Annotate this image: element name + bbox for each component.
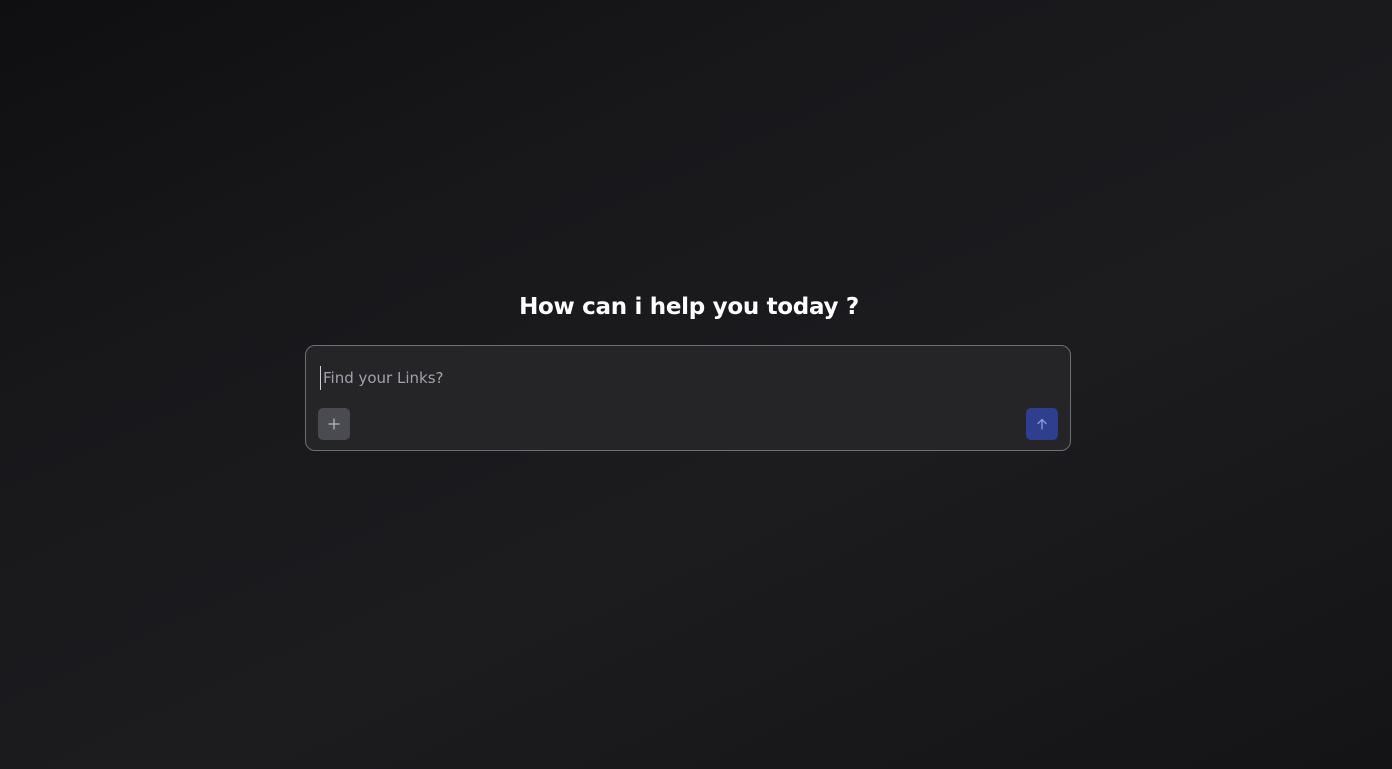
page-heading: How can i help you today ? [519, 294, 859, 320]
attach-button[interactable] [318, 408, 350, 440]
prompt-input[interactable] [320, 366, 1045, 390]
send-button[interactable] [1026, 408, 1058, 440]
prompt-composer [305, 345, 1071, 451]
plus-icon [328, 418, 340, 430]
arrow-up-icon [1036, 418, 1048, 430]
